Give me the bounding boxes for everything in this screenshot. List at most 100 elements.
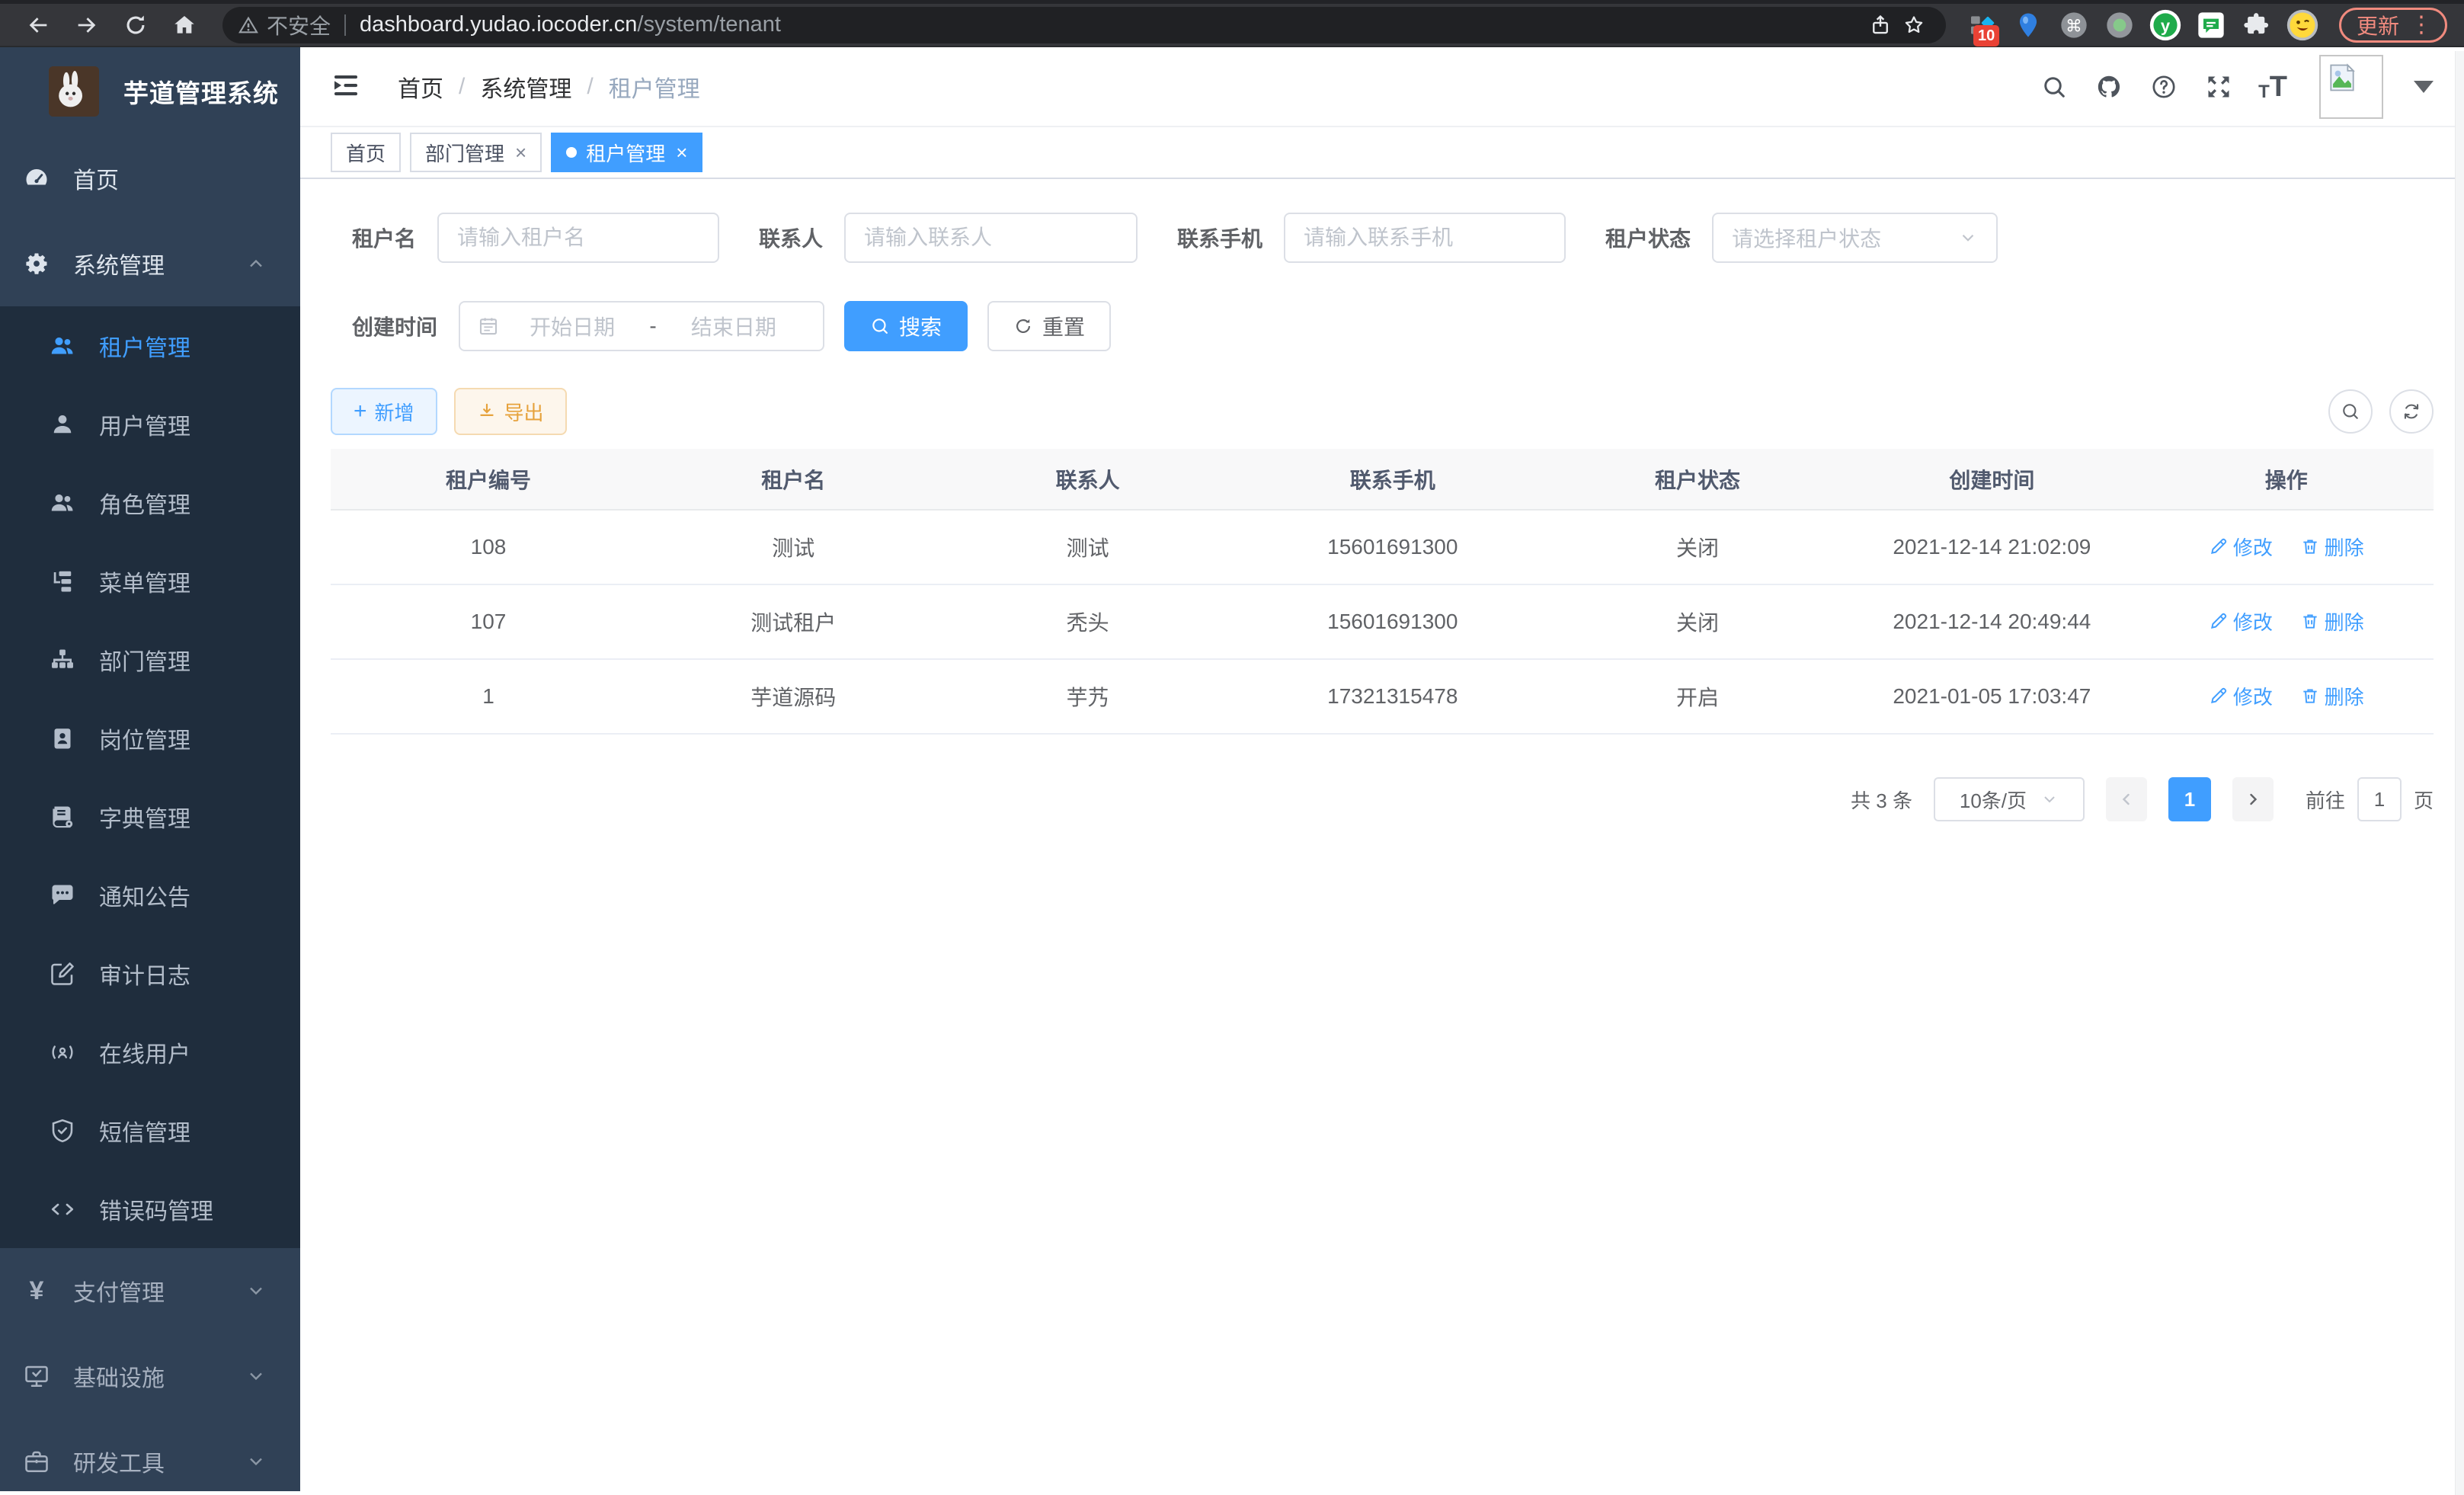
active-dot-icon xyxy=(566,147,577,158)
add-button[interactable]: + 新增 xyxy=(331,388,437,435)
pagination-total: 共 3 条 xyxy=(1851,786,1912,814)
refresh-table-button[interactable] xyxy=(2389,389,2434,434)
sidebar-item-tenant[interactable]: 租户管理 xyxy=(0,306,300,385)
extensions-puzzle-icon[interactable] xyxy=(2237,5,2277,45)
sidebar-item-system[interactable]: 系统管理 xyxy=(0,221,300,306)
delete-button[interactable]: 删除 xyxy=(2300,533,2364,561)
forward-icon[interactable] xyxy=(66,8,108,43)
tab-tenant[interactable]: 租户管理× xyxy=(551,133,702,172)
date-range-picker[interactable]: 开始日期 - 结束日期 xyxy=(459,301,824,351)
tab-dept[interactable]: 部门管理× xyxy=(410,133,542,172)
sidebar-item-home[interactable]: 首页 xyxy=(0,136,300,221)
mobile-input[interactable] xyxy=(1284,213,1566,263)
extension-pin-icon[interactable] xyxy=(2008,5,2048,45)
extension-record-icon[interactable] xyxy=(2100,5,2139,45)
sidebar-item-online-users[interactable]: 在线用户 xyxy=(0,1013,300,1091)
col-mobile: 联系手机 xyxy=(1235,449,1550,510)
status-select[interactable]: 请选择租户状态 xyxy=(1712,213,1998,263)
sidebar-menu: 首页 系统管理 租户管理 用户管理 角色管理 xyxy=(0,136,300,1491)
app-logo[interactable]: 芋道管理系统 xyxy=(0,47,300,136)
delete-button[interactable]: 删除 xyxy=(2300,607,2364,635)
tags-view: 首页 部门管理× 租户管理× xyxy=(300,127,2464,179)
tab-home[interactable]: 首页 xyxy=(331,133,401,172)
contact-input[interactable] xyxy=(844,213,1138,263)
sidebar-item-user[interactable]: 用户管理 xyxy=(0,385,300,463)
page-number-current[interactable]: 1 xyxy=(2168,777,2211,821)
edit-button[interactable]: 修改 xyxy=(2209,533,2273,561)
help-icon[interactable] xyxy=(2149,72,2179,102)
back-icon[interactable] xyxy=(17,8,59,43)
search-icon xyxy=(870,316,890,336)
bookmark-star-icon[interactable] xyxy=(1897,8,1931,42)
extension-badge: 10 xyxy=(1973,25,1999,46)
close-icon[interactable]: × xyxy=(676,141,687,165)
sidebar-item-error-code[interactable]: 错误码管理 xyxy=(0,1170,300,1248)
status-text: 关闭 xyxy=(1550,510,1845,584)
trash-icon xyxy=(2300,536,2320,556)
avatar-broken-image[interactable] xyxy=(2319,55,2383,119)
sidebar-item-post[interactable]: 岗位管理 xyxy=(0,699,300,777)
edit-button[interactable]: 修改 xyxy=(2209,607,2273,635)
reload-icon[interactable] xyxy=(114,8,157,43)
edit-log-icon xyxy=(47,959,78,989)
github-icon[interactable] xyxy=(2094,72,2124,102)
reset-button[interactable]: 重置 xyxy=(987,301,1111,351)
sidebar-item-menu[interactable]: 菜单管理 xyxy=(0,542,300,620)
edit-button[interactable]: 修改 xyxy=(2209,682,2273,710)
sidebar-item-sms[interactable]: 短信管理 xyxy=(0,1091,300,1170)
sidebar-item-infra[interactable]: 基础设施 xyxy=(0,1333,300,1419)
share-icon[interactable] xyxy=(1864,8,1897,42)
profile-avatar-icon[interactable] xyxy=(2283,5,2322,45)
chevron-up-icon xyxy=(245,253,267,274)
sidebar-item-dept[interactable]: 部门管理 xyxy=(0,620,300,699)
search-button[interactable]: 搜索 xyxy=(844,301,968,351)
svg-text:y: y xyxy=(2161,16,2171,35)
home-icon[interactable] xyxy=(163,8,206,43)
breadcrumb-home[interactable]: 首页 xyxy=(398,70,443,104)
sidebar-item-dev-tools[interactable]: 研发工具 xyxy=(0,1419,300,1491)
extension-command-icon[interactable]: ⌘ xyxy=(2054,5,2094,45)
fullscreen-icon[interactable] xyxy=(2203,72,2234,102)
avatar-dropdown-caret-icon[interactable] xyxy=(2414,81,2434,93)
url-bar[interactable]: 不安全 dashboard.yudao.iocoder.cn/system/te… xyxy=(222,7,1946,43)
briefcase-icon xyxy=(21,1446,52,1477)
trash-icon xyxy=(2300,611,2320,631)
close-icon[interactable]: × xyxy=(515,141,526,165)
goto-page-input[interactable] xyxy=(2357,777,2402,821)
next-page-button[interactable] xyxy=(2232,777,2274,821)
sidebar-item-pay[interactable]: ¥ 支付管理 xyxy=(0,1248,300,1333)
sidebar-item-role[interactable]: 角色管理 xyxy=(0,463,300,542)
extension-chat-icon[interactable] xyxy=(2191,5,2231,45)
extension-yudao-icon[interactable]: y xyxy=(2146,5,2185,45)
yen-icon: ¥ xyxy=(21,1276,52,1306)
sidebar-collapse-icon[interactable] xyxy=(331,70,364,104)
sidebar-item-dict[interactable]: 字典管理 xyxy=(0,777,300,856)
scrollbar[interactable] xyxy=(2455,51,2464,1495)
status-text: 关闭 xyxy=(1550,584,1845,659)
col-tenant-name: 租户名 xyxy=(646,449,940,510)
search-icon xyxy=(2340,401,2361,422)
tenant-page: 租户名 联系人 联系手机 租户状态 请选择租户状态 xyxy=(300,179,2464,1491)
prev-page-button[interactable] xyxy=(2106,777,2147,821)
breadcrumb-system[interactable]: 系统管理 xyxy=(480,70,571,104)
browser-menu-icon[interactable]: ⋮ xyxy=(2410,14,2433,37)
tenant-name-input[interactable] xyxy=(437,213,719,263)
font-size-icon[interactable]: TT xyxy=(2258,72,2287,101)
sidebar-item-notice[interactable]: 通知公告 xyxy=(0,856,300,934)
not-secure-warning: 不安全 xyxy=(238,10,331,40)
create-time-label: 创建时间 xyxy=(352,311,459,341)
table-row: 108 测试 测试 15601691300 关闭 2021-12-14 21:0… xyxy=(331,510,2434,584)
svg-text:⌘: ⌘ xyxy=(2066,16,2082,35)
toggle-search-button[interactable] xyxy=(2328,389,2373,434)
extension-tabs-icon[interactable]: 10 xyxy=(1963,5,2002,45)
search-icon[interactable] xyxy=(2039,72,2069,102)
trash-icon xyxy=(2300,686,2320,706)
browser-update-button[interactable]: 更新 ⋮ xyxy=(2339,8,2447,43)
export-button[interactable]: 导出 xyxy=(454,388,567,435)
delete-button[interactable]: 删除 xyxy=(2300,682,2364,710)
sidebar-item-audit-log[interactable]: 审计日志 xyxy=(0,934,300,1013)
chevron-down-icon xyxy=(245,1451,267,1472)
edit-icon xyxy=(2209,611,2229,631)
system-submenu: 租户管理 用户管理 角色管理 菜单管理 部门管理 xyxy=(0,306,300,1248)
page-size-select[interactable]: 10条/页 xyxy=(1934,777,2085,821)
